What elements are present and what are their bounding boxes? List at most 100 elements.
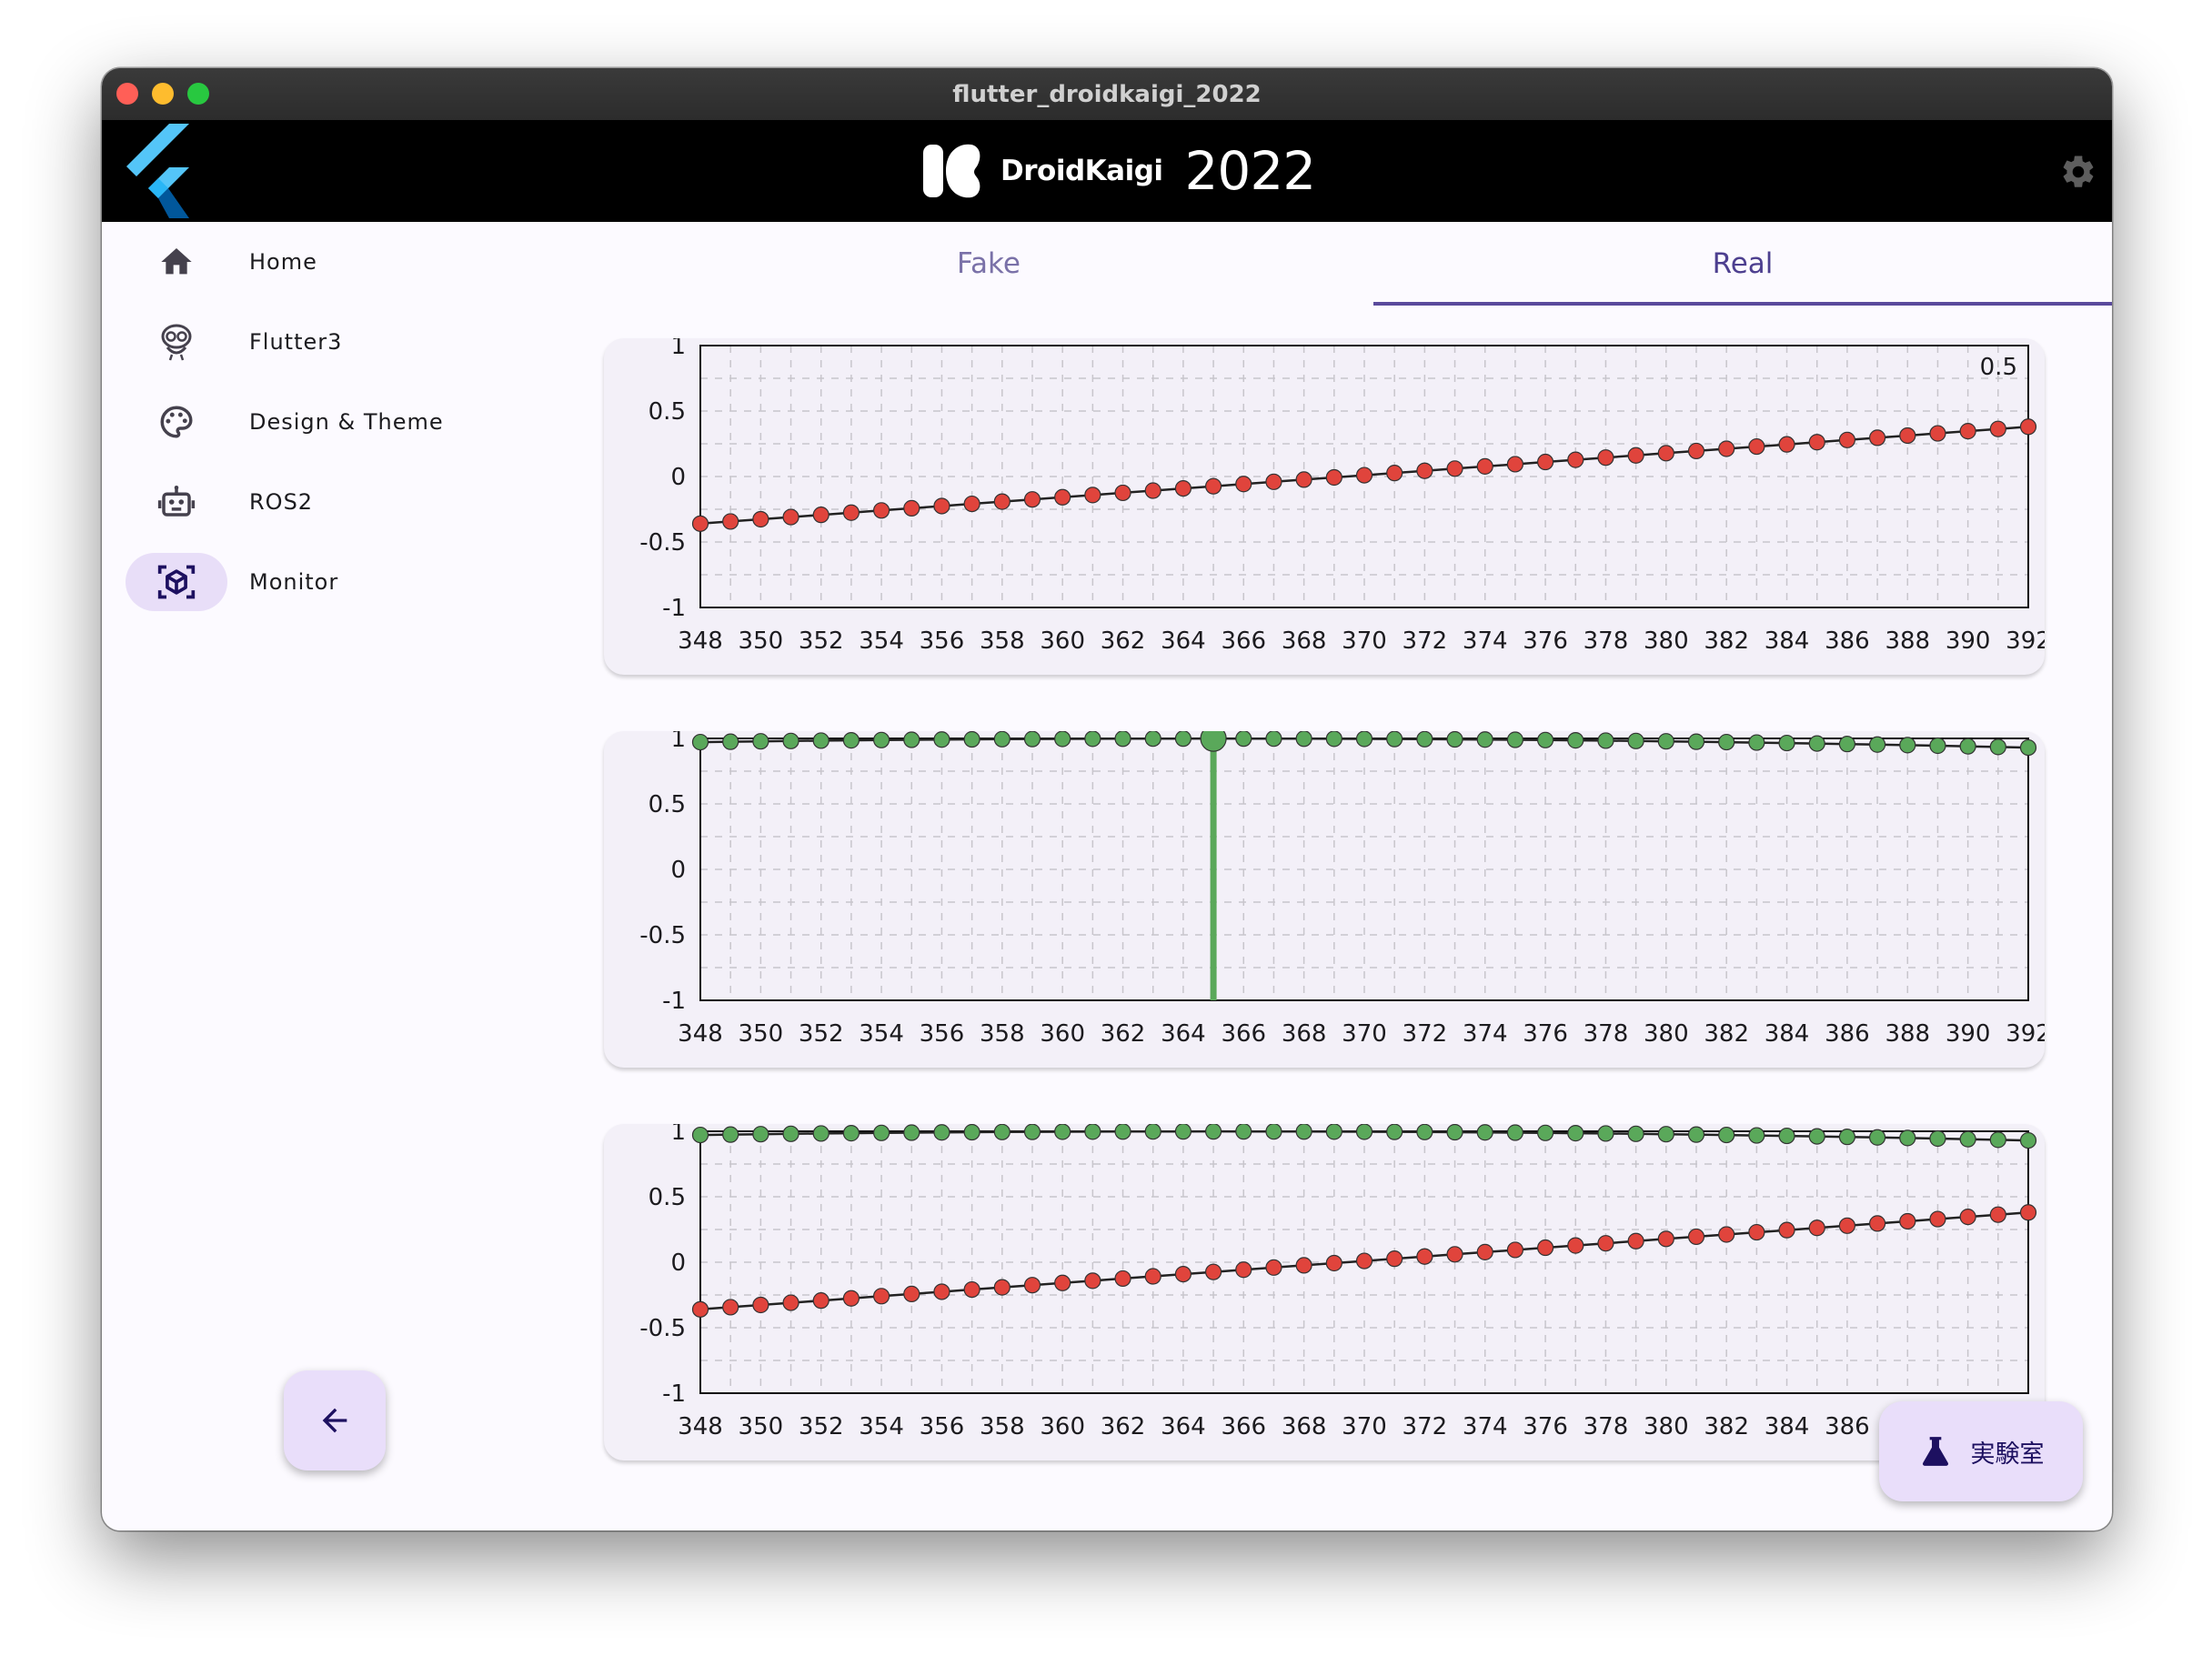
brand-name: DroidKaigi (1000, 155, 1163, 187)
x-tick-label: 374 (1463, 1413, 1508, 1440)
back-button[interactable] (284, 1370, 386, 1470)
chart-card-2: 1 0.5 0 -0.5 -1 348 350 352 354 356 358 360 362 364 36… (604, 731, 2045, 1068)
data-point (1567, 732, 1584, 749)
line-chart-1: 1 0.5 0 -0.5 -1 348 350 352 354 356 358 360 362 364 36… (639, 338, 2045, 655)
data-point (1899, 737, 1916, 754)
data-point (691, 515, 709, 532)
data-point (752, 733, 769, 750)
x-tick-label: 380 (1644, 627, 1689, 655)
y-tick-label: 0 (670, 464, 686, 491)
line-chart-2: 1 0.5 0 -0.5 -1 348 350 352 354 356 358 360 362 364 36… (639, 731, 2045, 1048)
data-point (1476, 731, 1493, 748)
data-point (1506, 1124, 1524, 1141)
x-tick-label: 348 (678, 627, 723, 655)
data-point (1174, 1265, 1192, 1283)
nav-item-flutter3[interactable]: Flutter3 (126, 313, 562, 371)
data-point (1657, 1230, 1674, 1248)
x-tick-label: 374 (1463, 627, 1508, 655)
data-point (903, 1285, 920, 1302)
data-point (1084, 731, 1101, 748)
data-point (1959, 1130, 1976, 1148)
data-point (1446, 731, 1463, 748)
data-point (1355, 731, 1373, 748)
data-point (1627, 732, 1644, 749)
data-point (933, 1124, 950, 1141)
data-point (1054, 1274, 1071, 1291)
data-point (1054, 1124, 1071, 1140)
data-point (1808, 1128, 1825, 1145)
x-tick-label: 366 (1221, 1413, 1266, 1440)
data-point (812, 732, 830, 749)
nav-item-design-theme[interactable]: Design & Theme (126, 393, 562, 451)
nav-item-home[interactable]: Home (126, 233, 562, 291)
data-point (2019, 738, 2037, 757)
nav-item-monitor[interactable]: Monitor (126, 553, 562, 611)
x-tick-label: 372 (1403, 1413, 1448, 1440)
view-in-ar-icon (157, 565, 196, 599)
data-point (842, 732, 860, 749)
chart-annotation: 0.5 (1980, 354, 2017, 381)
data-point (1023, 731, 1041, 748)
data-point (1144, 1124, 1161, 1140)
data-point (782, 1294, 799, 1311)
x-tick-label: 374 (1463, 1020, 1508, 1048)
data-point (1868, 1129, 1886, 1146)
data-point (722, 513, 739, 530)
data-point (1718, 440, 1735, 457)
x-tick-label: 362 (1101, 627, 1146, 655)
data-point (993, 493, 1010, 510)
x-tick-label: 368 (1282, 1020, 1327, 1048)
data-point (1657, 445, 1674, 462)
chart-card-1: 1 0.5 0 -0.5 -1 348 350 352 354 356 358 360 362 364 36… (604, 338, 2045, 675)
data-point (1929, 1129, 1946, 1148)
data-point (1959, 1209, 1976, 1226)
navigation-rail: Home Flutter3 Design & Theme ROS2 Monito… (102, 222, 575, 1531)
data-point (1536, 1124, 1554, 1141)
x-tick-label: 362 (1101, 1020, 1146, 1048)
data-point (903, 1124, 920, 1141)
data-point (782, 732, 799, 749)
data-point (1536, 453, 1554, 471)
data-point (1416, 731, 1433, 748)
data-point (872, 502, 890, 519)
data-point (963, 1124, 980, 1141)
data-point (933, 731, 950, 748)
data-point (812, 507, 830, 524)
x-tick-label: 378 (1584, 1020, 1629, 1048)
x-tick-label: 364 (1161, 1020, 1206, 1048)
data-point (752, 1126, 769, 1143)
tab-real[interactable]: Real (1373, 222, 2112, 306)
data-point (1838, 736, 1856, 753)
data-point (1718, 733, 1735, 751)
y-tick-label: 0.5 (649, 398, 686, 426)
nav-item-ros2[interactable]: ROS2 (126, 473, 562, 531)
x-tick-label: 382 (1704, 1020, 1749, 1048)
data-point (963, 1280, 980, 1299)
data-point (1899, 1212, 1916, 1230)
data-point (963, 495, 980, 513)
lab-button[interactable]: 実験室 (1879, 1401, 2083, 1501)
data-point (782, 508, 799, 526)
data-point (1265, 731, 1282, 748)
x-tick-label: 388 (1885, 1020, 1930, 1048)
data-point (842, 504, 860, 521)
data-point (1204, 1263, 1222, 1280)
x-tick-label: 364 (1161, 1413, 1206, 1440)
x-tick-label: 392 (2006, 627, 2045, 655)
data-point (1204, 1124, 1222, 1140)
tab-fake[interactable]: Fake (604, 222, 1373, 306)
settings-gear-icon[interactable] (2059, 153, 2097, 191)
data-point (1748, 1223, 1765, 1241)
data-point (1838, 1217, 1856, 1234)
data-point (872, 1288, 890, 1305)
x-tick-label: 350 (739, 1413, 784, 1440)
y-tick-label: -1 (662, 1380, 686, 1408)
data-point (1808, 434, 1825, 451)
data-point (1023, 491, 1041, 508)
data-point (1597, 1235, 1614, 1252)
x-tick-label: 358 (980, 1413, 1025, 1440)
data-point (1295, 1257, 1312, 1274)
x-tick-label: 370 (1342, 1413, 1387, 1440)
x-tick-label: 360 (1040, 627, 1085, 655)
data-point (1023, 1277, 1041, 1294)
